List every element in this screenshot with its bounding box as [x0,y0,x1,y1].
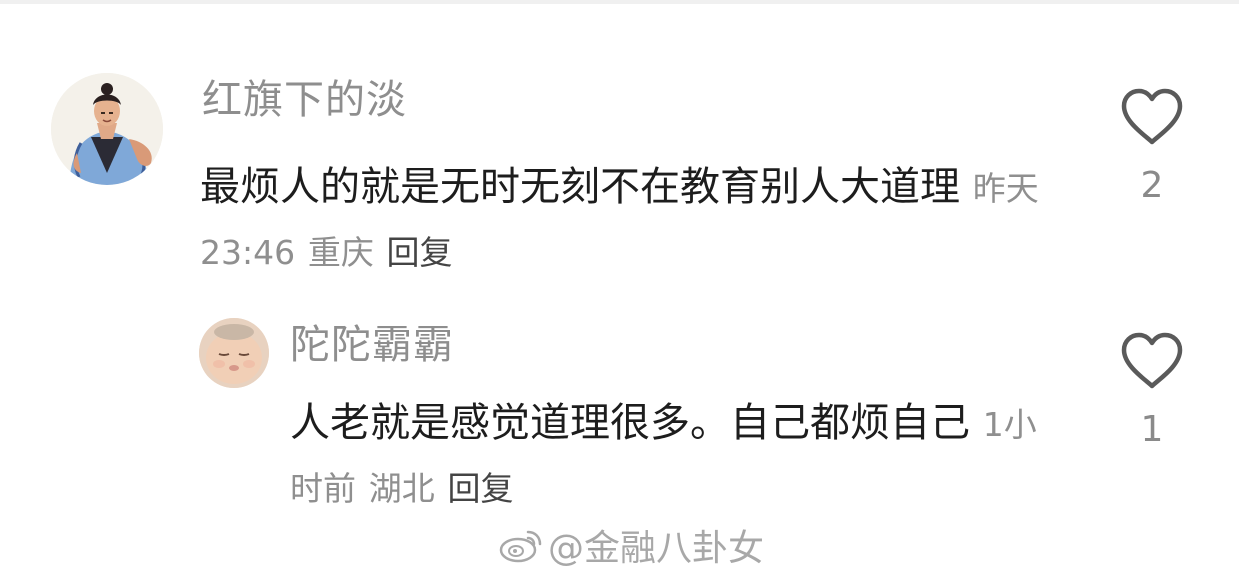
reply-button[interactable]: 回复 [387,233,453,272]
like-button[interactable]: 2 [1120,88,1184,206]
reply-button[interactable]: 回复 [447,469,513,508]
like-count: 1 [1140,409,1164,450]
like-button[interactable]: 1 [1120,332,1184,450]
reply-text: 人老就是感觉道理很多。自己都烦自己 [290,400,970,446]
reply-location: 湖北 [368,469,435,508]
comment-location: 重庆 [307,233,374,272]
watermark: @金融八卦女 [498,522,765,569]
comment-username[interactable]: 红旗下的淡 [202,76,407,124]
comment-text: 最烦人的就是无时无刻不在教育别人大道理 [200,164,960,210]
reply-username[interactable]: 陀陀霸霸 [290,321,454,369]
avatar-user-2[interactable] [199,318,269,388]
baby-photo-avatar-image [199,318,269,388]
top-divider [0,0,1239,4]
watermark-text: @金融八卦女 [548,528,765,569]
reply-body: 人老就是感觉道理很多。自己都烦自己 1小时前 湖北 回复 [290,392,1050,520]
like-count: 2 [1140,165,1164,206]
comment-body: 最烦人的就是无时无刻不在教育别人大道理 昨天 23:46 重庆 回复 [200,156,1060,284]
illustrated-figure-avatar-image [51,73,163,185]
heart-icon [1121,332,1183,389]
avatar-user-1[interactable] [51,73,163,185]
weibo-logo-icon [499,530,542,563]
heart-icon [1121,88,1183,145]
